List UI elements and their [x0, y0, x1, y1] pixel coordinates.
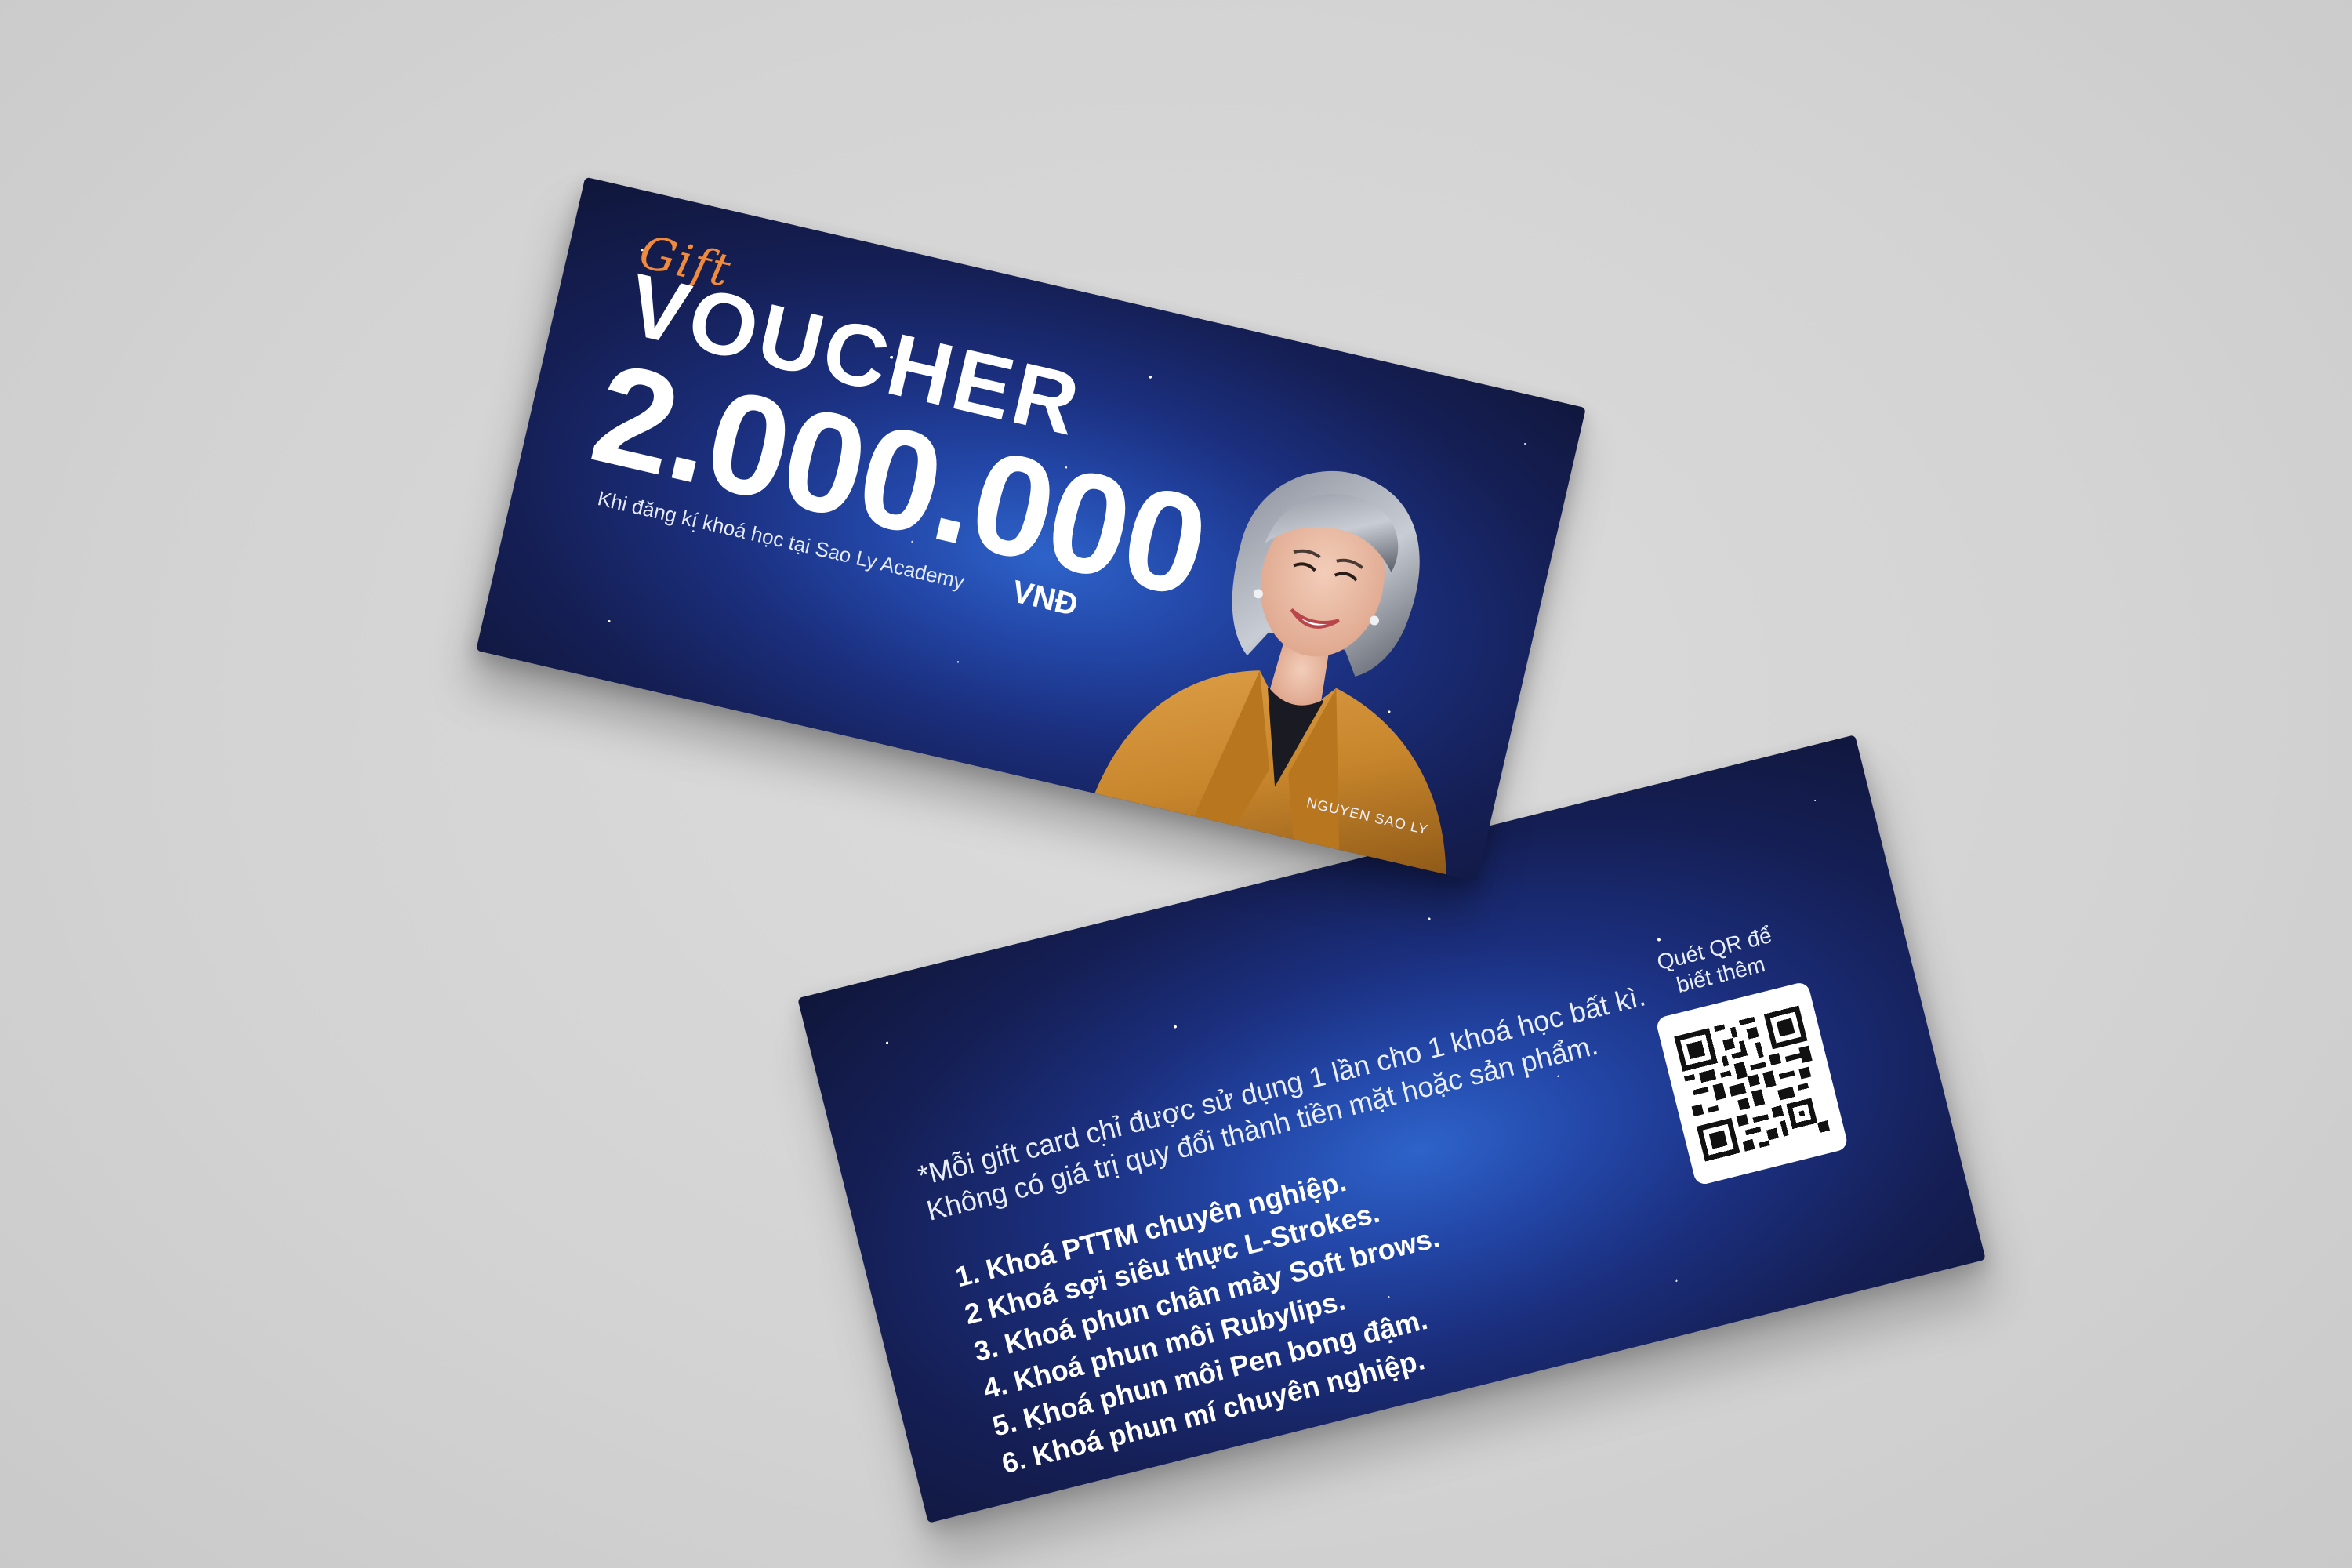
voucher-front-card: Gift VOUCHER 2.000.000 VNĐ Khi đăng kí k…: [476, 176, 1586, 882]
qr-code[interactable]: [1655, 981, 1849, 1187]
qr-code-icon: [1674, 1005, 1831, 1162]
hotline-label: Hotline:: [1029, 1491, 1110, 1523]
terms-line-1: *Mỗi gift card chỉ được sử dụng 1 lần ch…: [914, 979, 1649, 1192]
